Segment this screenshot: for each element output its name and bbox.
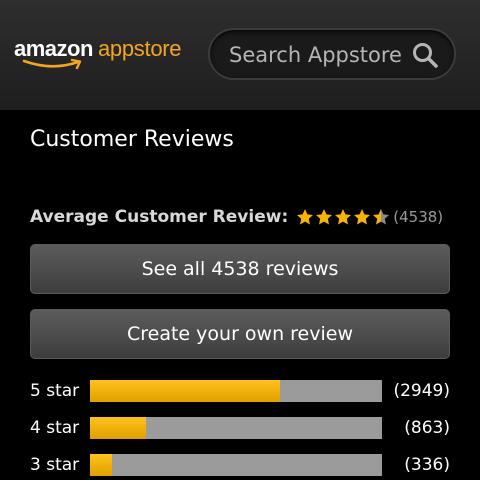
search-icon[interactable]: [412, 42, 438, 68]
rating-row-label: 4 star: [30, 418, 80, 438]
rating-bar-track: [90, 417, 382, 439]
star-full-icon: [335, 209, 352, 225]
amazon-appstore-logo[interactable]: amazon appstore: [14, 36, 186, 74]
average-review-count: (4538): [393, 208, 444, 226]
rating-row-5-star[interactable]: 5 star (2949): [30, 380, 450, 404]
search-box[interactable]: Search Appstore: [208, 28, 456, 80]
star-full-icon: [316, 209, 333, 225]
star-rating: [296, 208, 391, 226]
create-review-button[interactable]: Create your own review: [30, 309, 450, 359]
star-full-icon: [297, 209, 314, 225]
star-half-icon: [373, 209, 390, 225]
rating-row-count: (863): [404, 418, 450, 438]
page-title: Customer Reviews: [30, 127, 234, 152]
rating-bar-track: [90, 454, 382, 476]
rating-row-count: (336): [404, 455, 450, 475]
average-review: Average Customer Review: (4538): [30, 205, 443, 229]
rating-bar-fill: [90, 417, 146, 439]
rating-bar-fill: [90, 380, 280, 402]
search-placeholder: Search Appstore: [229, 43, 402, 67]
rating-bar-fill: [90, 454, 112, 476]
rating-row-label: 5 star: [30, 381, 80, 401]
rating-row-count: (2949): [393, 381, 450, 401]
average-review-label: Average Customer Review:: [30, 207, 289, 227]
header-bar: amazon appstore Search Appstore: [0, 0, 480, 110]
rating-row-label: 3 star: [30, 455, 80, 475]
see-all-reviews-button[interactable]: See all 4538 reviews: [30, 244, 450, 294]
rating-bar-track: [90, 380, 382, 402]
rating-row-3-star[interactable]: 3 star (336): [30, 454, 450, 478]
rating-row-4-star[interactable]: 4 star (863): [30, 417, 450, 441]
amazon-smile-icon: [22, 58, 82, 70]
logo-appstore-text: appstore: [98, 36, 182, 61]
star-full-icon: [354, 209, 371, 225]
